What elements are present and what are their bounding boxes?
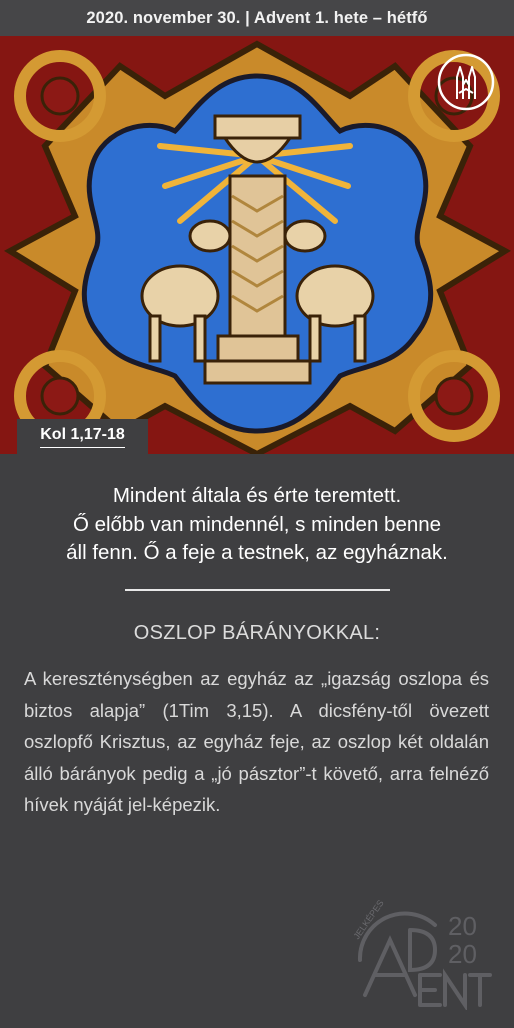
date-line: 2020. november 30. | Advent 1. hete – hé… [86, 8, 428, 27]
explanation-text: A kereszténységben az egyház az „igazság… [24, 668, 489, 815]
logo-year-bottom: 20 [448, 939, 477, 969]
scripture-reference-tab: Kol 1,17-18 [17, 419, 148, 454]
logo-year-top: 20 [448, 911, 477, 941]
divider [125, 589, 390, 591]
church-candle-logo-icon [437, 53, 495, 111]
quote-line: áll fenn. Ő a feje a testnek, az egyházn… [66, 541, 448, 564]
section-title: OSZLOP BÁRÁNYOKKAL: [133, 622, 381, 644]
quote-line: Ő előbb van mindennél, s minden benne [72, 512, 442, 536]
quote-line: Mindent általa és érte teremtett. [112, 484, 402, 507]
scripture-reference: Kol 1,17-18 [40, 426, 125, 448]
date-header: 2020. november 30. | Advent 1. hete – hé… [0, 0, 514, 36]
jelkepes-advent-logo: JELKÉPES 20 20 [340, 898, 500, 1012]
scripture-quote: Mindent általa és érte teremtett. Ő előb… [20, 482, 494, 568]
